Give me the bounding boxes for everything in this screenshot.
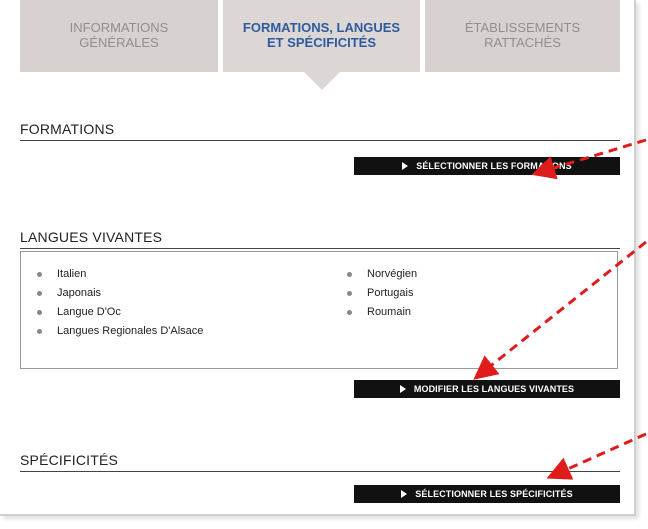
tab-etablissements-rattaches[interactable]: ÉTABLISSEMENTS RATTACHÉS bbox=[425, 0, 620, 72]
play-arrow-icon bbox=[402, 162, 409, 170]
tab-label-line1: FORMATIONS, LANGUES bbox=[242, 20, 401, 35]
section-title-specificites: SPÉCIFICITÉS bbox=[20, 452, 119, 468]
tab-label-line2: RATTACHÉS bbox=[484, 35, 561, 50]
section-divider bbox=[20, 248, 620, 249]
section-divider bbox=[20, 140, 620, 141]
tab-label-line2: ET SPÉCIFICITÉS bbox=[266, 35, 377, 50]
languages-list-box: Italien Japonais Langue D'Oc Langues Reg… bbox=[20, 251, 618, 369]
section-divider bbox=[20, 471, 620, 472]
select-formations-button[interactable]: SÉLECTIONNER LES FORMATIONS bbox=[354, 157, 620, 175]
tab-label-line1: INFORMATIONS bbox=[69, 20, 169, 35]
list-item: Langues Regionales D'Alsace bbox=[37, 322, 203, 341]
button-label: MODIFIER LES LANGUES VIVANTES bbox=[413, 384, 575, 394]
tab-informations-generales[interactable]: INFORMATIONS GÉNÉRALES bbox=[20, 0, 218, 72]
section-title-formations: FORMATIONS bbox=[20, 121, 115, 137]
select-specificites-button[interactable]: SÉLECTIONNER LES SPÉCIFICITÉS bbox=[354, 485, 620, 503]
tab-formations-langues-specificites[interactable]: FORMATIONS, LANGUES ET SPÉCIFICITÉS bbox=[223, 0, 420, 72]
tab-label-line1: ÉTABLISSEMENTS bbox=[464, 20, 581, 35]
list-item: Langue D'Oc bbox=[37, 303, 203, 322]
button-label: SÉLECTIONNER LES FORMATIONS bbox=[416, 161, 572, 171]
modify-languages-button[interactable]: MODIFIER LES LANGUES VIVANTES bbox=[354, 380, 620, 398]
list-item: Roumain bbox=[347, 303, 417, 322]
button-label: SÉLECTIONNER LES SPÉCIFICITÉS bbox=[415, 489, 573, 499]
section-title-langues-vivantes: LANGUES VIVANTES bbox=[20, 229, 163, 245]
editor-panel: INFORMATIONS GÉNÉRALES FORMATIONS, LANGU… bbox=[0, 0, 636, 516]
list-item: Portugais bbox=[347, 284, 417, 303]
languages-list-right: Norvégien Portugais Roumain bbox=[347, 265, 417, 322]
list-item: Norvégien bbox=[347, 265, 417, 284]
languages-list-left: Italien Japonais Langue D'Oc Langues Reg… bbox=[37, 265, 203, 341]
active-tab-pointer bbox=[304, 72, 340, 90]
play-arrow-icon bbox=[399, 385, 406, 393]
tab-label-line2: GÉNÉRALES bbox=[79, 35, 159, 50]
list-item: Italien bbox=[37, 265, 203, 284]
list-item: Japonais bbox=[37, 284, 203, 303]
play-arrow-icon bbox=[401, 490, 408, 498]
